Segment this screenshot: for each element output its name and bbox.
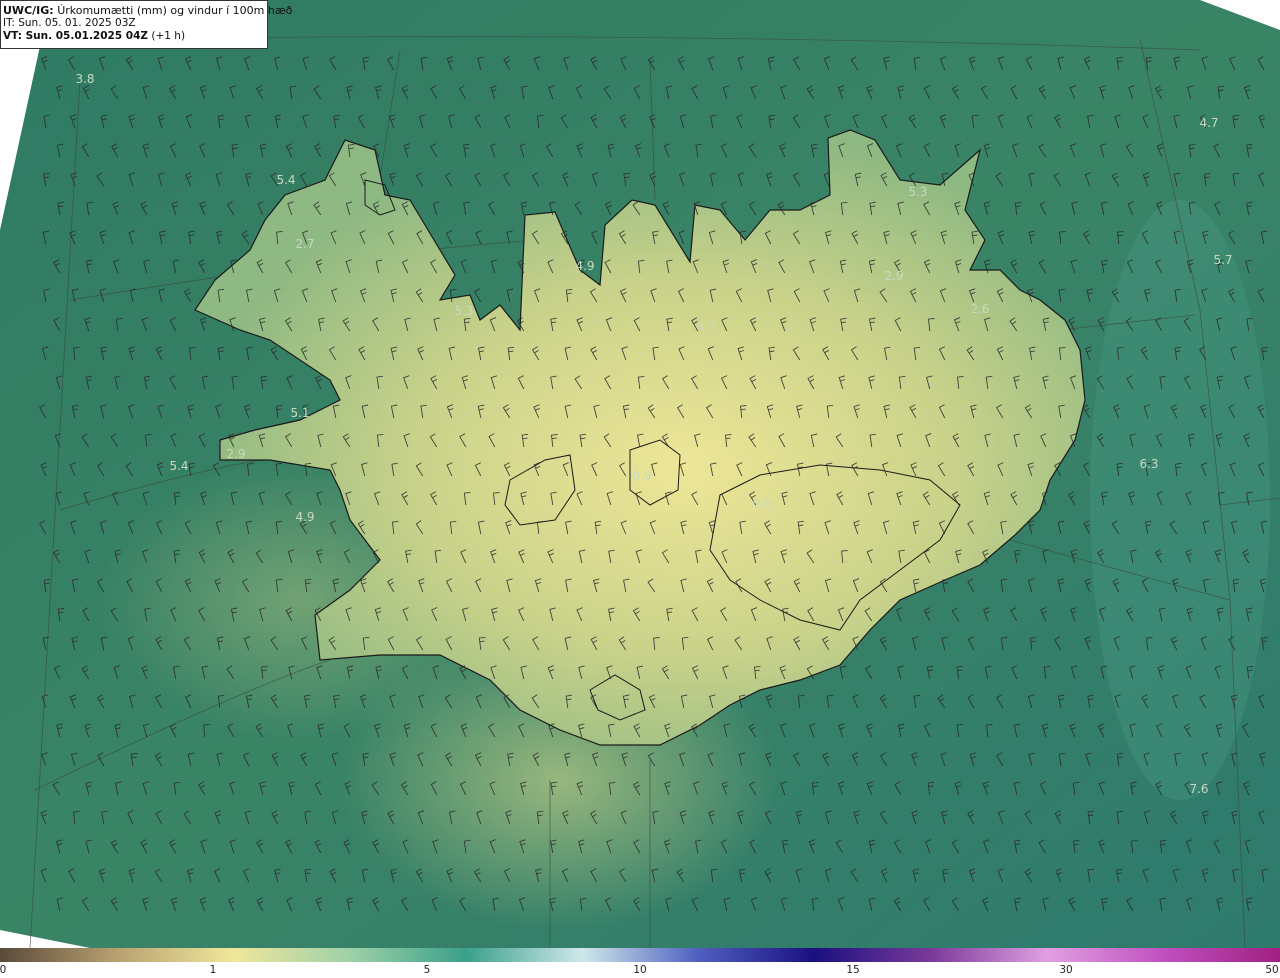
tick-label: 10: [633, 964, 647, 976]
tick-label: 5: [423, 964, 431, 976]
info-box: UWC/IG: Úrkomumætti (mm) og vindur í 100…: [0, 0, 292, 49]
tick-label: 15: [846, 964, 860, 976]
model-code: UWC/IG:: [3, 4, 54, 17]
colorbar: [0, 948, 1280, 962]
value-label: 5.7: [1213, 253, 1232, 267]
tick-label: 0: [0, 964, 7, 976]
tick-label: 50: [1265, 964, 1279, 976]
value-label: 5.3: [908, 185, 927, 199]
value-label: 5.1: [290, 406, 309, 420]
value-label: 4.9: [575, 259, 594, 273]
weather-map: 3.8 5.4 2.7 5.3 4.7 4.9 2.9 5.7 5.3 4.7 2.6 5.1 2.9 5…: [0, 0, 1280, 948]
tick-label: 1: [209, 964, 217, 976]
colorbar-ticks: 0 1 5 10 15 30 50: [0, 962, 1280, 978]
value-label: 0.8: [752, 497, 771, 511]
title-line: UWC/IG: Úrkomumætti (mm) og vindur í 100…: [3, 4, 292, 17]
value-label: 4.7: [1199, 116, 1218, 130]
value-label: 4.9: [295, 510, 314, 524]
valid-time: VT: Sun. 05.01.2025 04Z: [3, 30, 149, 42]
tick-label: 30: [1059, 964, 1073, 976]
value-label: 2.9: [226, 447, 245, 461]
value-label: 3.8: [75, 72, 94, 86]
value-label: 5.4: [169, 459, 188, 473]
value-label: 7.6: [1189, 782, 1208, 796]
value-label: 2.7: [295, 237, 314, 251]
value-label: 4.7: [696, 320, 715, 334]
value-label: 2.9: [884, 269, 903, 283]
valid-offset: (+1 h): [151, 30, 186, 42]
init-time: IT: Sun. 05. 01. 2025 03Z: [3, 17, 136, 29]
value-label: 2.6: [970, 302, 989, 316]
value-label: 0.9: [632, 469, 651, 483]
value-label: 6.3: [1139, 457, 1158, 471]
value-label: 5.3: [454, 304, 473, 318]
product-name: Úrkomumætti (mm) og vindur í 100m hæð: [57, 4, 293, 17]
value-label: 5.4: [276, 173, 295, 187]
valid-time-line: VT: Sun. 05.01.2025 04Z (+1 h): [3, 30, 267, 43]
